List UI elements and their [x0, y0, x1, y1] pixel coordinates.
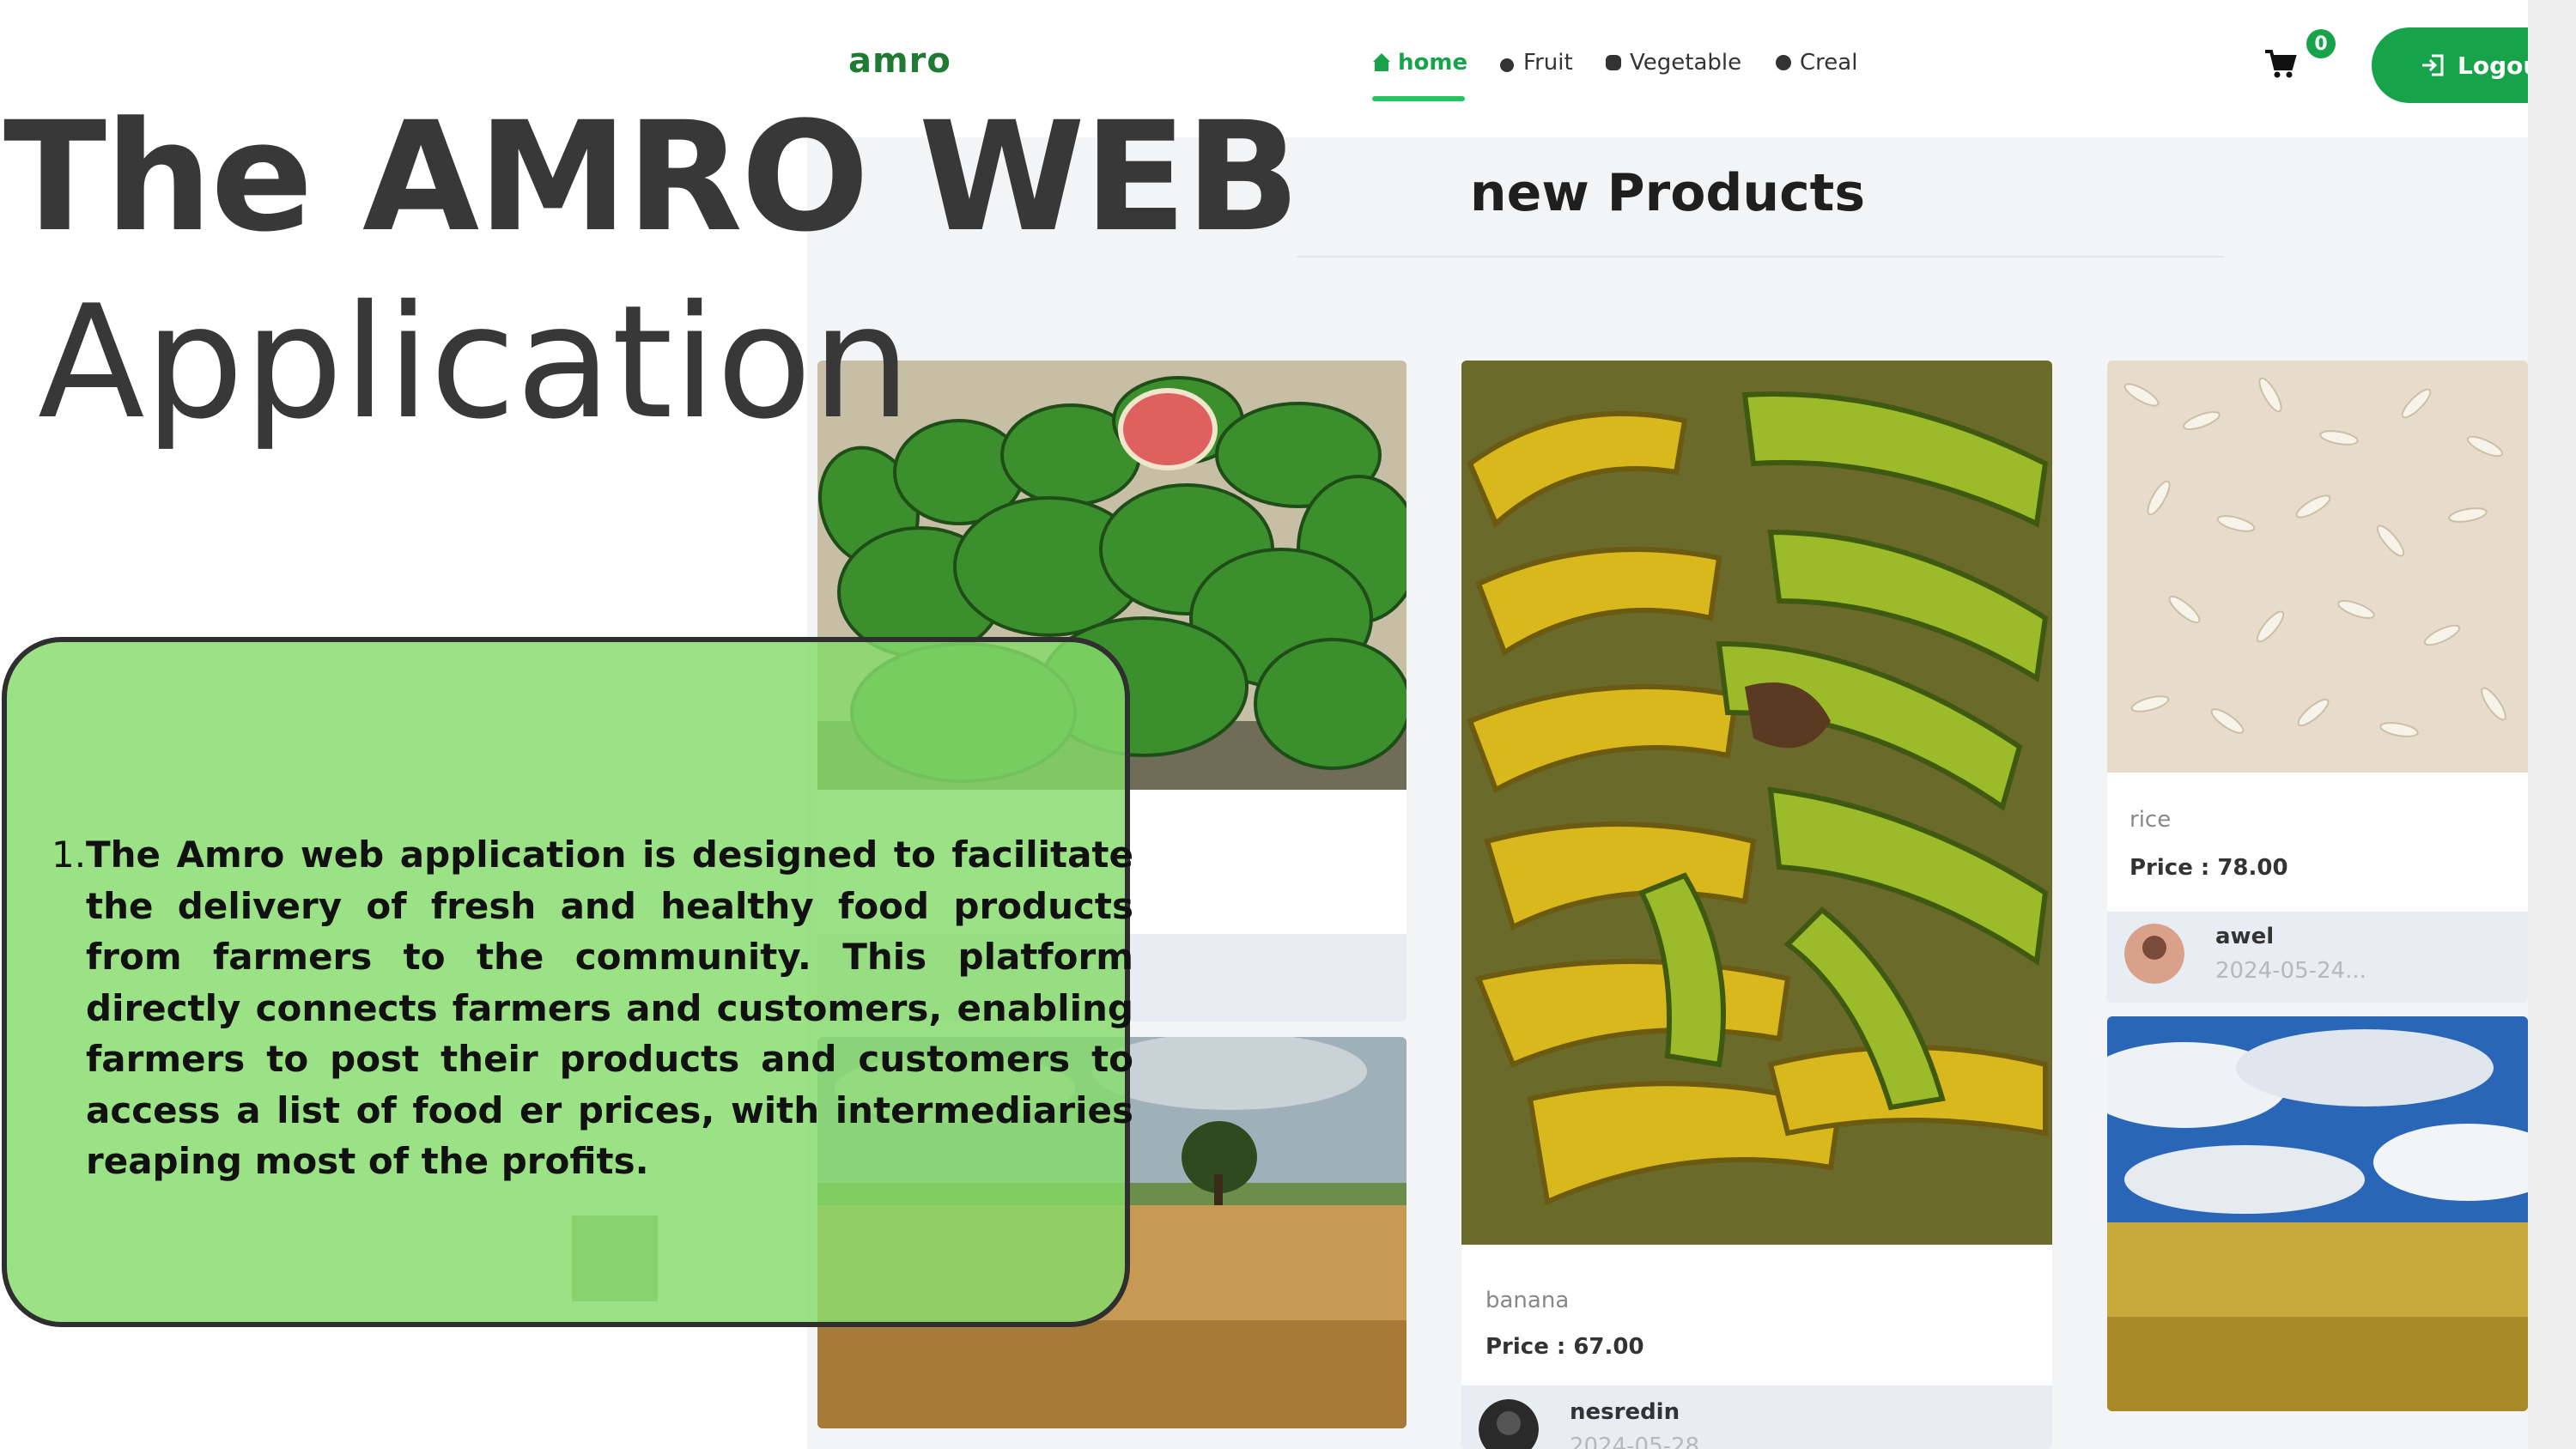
- product-name: rice: [2129, 807, 2172, 833]
- logout-button[interactable]: Logou: [2372, 27, 2528, 103]
- product-card-banana[interactable]: banana Price : 67.00 nesredin 2024-05-28: [1461, 361, 2052, 1449]
- product-price: Price : 78.00: [2129, 855, 2288, 881]
- nav-label-fruit: Fruit: [1523, 50, 1573, 76]
- description-text: The Amro web application is designed to …: [86, 834, 1133, 1182]
- active-tab-underline: [1372, 96, 1465, 101]
- nav-item-fruit[interactable]: Fruit: [1498, 50, 1573, 76]
- nav-label-creal: Creal: [1800, 50, 1858, 76]
- logout-icon: [2422, 54, 2444, 76]
- vegetable-icon: [1604, 53, 1623, 72]
- description-list-item: 1. The Amro web application is designed …: [52, 829, 1133, 1187]
- logout-label: Logou: [2458, 51, 2528, 80]
- seller-date: 2024-05-24...: [2215, 958, 2366, 984]
- nav-label-vegetable: Vegetable: [1630, 50, 1742, 76]
- decorative-square: [572, 1216, 658, 1301]
- cart-count-badge: 0: [2306, 29, 2336, 58]
- cereal-icon: [1774, 53, 1793, 72]
- cart-icon[interactable]: [2263, 46, 2298, 81]
- seller-avatar: [2124, 924, 2184, 984]
- seller-row: nesredin 2024-05-28: [1461, 1385, 2052, 1449]
- seller-date: 2024-05-28: [1570, 1434, 1700, 1449]
- logo[interactable]: amro: [848, 41, 951, 81]
- slide-title-line1: The AMRO WEB: [3, 89, 1300, 265]
- product-card-rice[interactable]: rice Price : 78.00 awel 2024-05-24...: [2107, 361, 2528, 1003]
- seller-avatar: [1479, 1399, 1539, 1449]
- nav-item-home[interactable]: home: [1372, 50, 1467, 76]
- rice-image: [2107, 361, 2528, 773]
- nav-item-vegetable[interactable]: Vegetable: [1604, 50, 1741, 76]
- product-price: Price : 67.00: [1485, 1334, 1644, 1360]
- home-icon: [1372, 53, 1391, 72]
- right-edge-strip: [2528, 0, 2576, 1449]
- wheat-field-image: [2107, 1016, 2528, 1411]
- section-divider: [1297, 256, 2224, 258]
- seller-name: nesredin: [1570, 1399, 1680, 1425]
- banana-image: [1461, 361, 2052, 1245]
- seller-row: awel 2024-05-24...: [2107, 912, 2528, 1003]
- seller-name: awel: [2215, 924, 2275, 949]
- nav-item-creal[interactable]: Creal: [1774, 50, 1857, 76]
- slide-title-line2: Application: [38, 271, 911, 453]
- fruit-icon: [1498, 53, 1516, 72]
- list-number: 1.: [52, 834, 87, 876]
- product-name: banana: [1485, 1288, 1570, 1313]
- product-card-field-2[interactable]: [2107, 1016, 2528, 1411]
- nav-label-home: home: [1398, 50, 1468, 76]
